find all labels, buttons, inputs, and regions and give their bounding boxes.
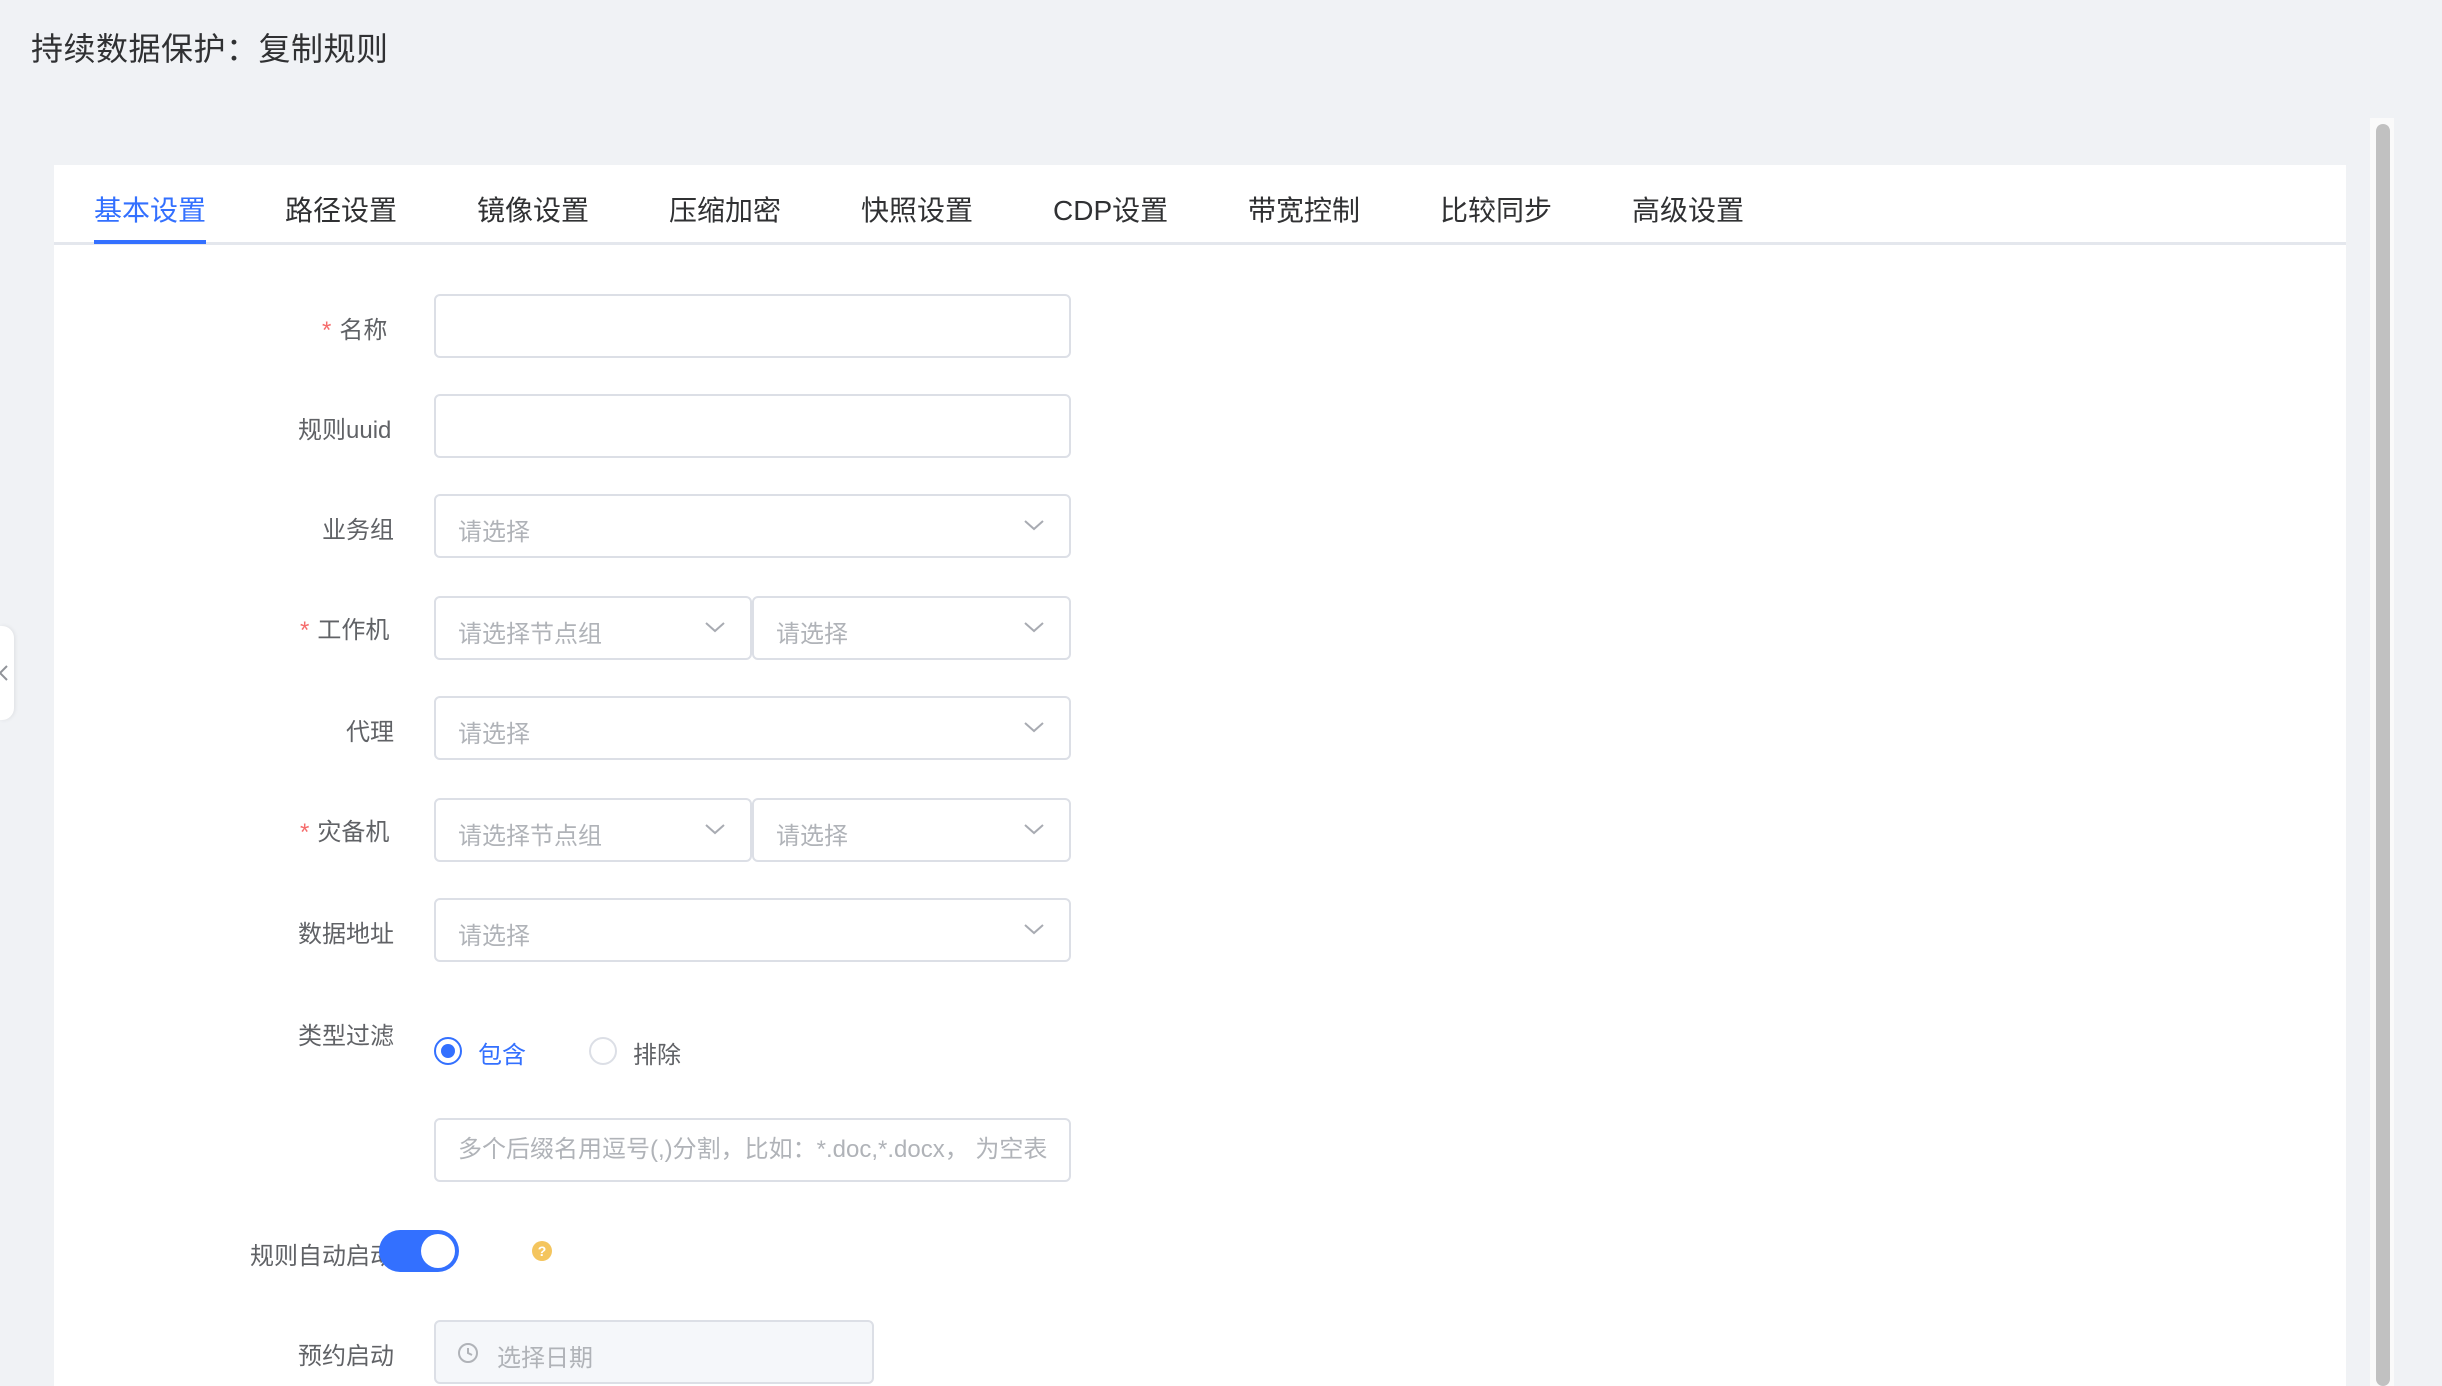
proxy-label: 代理 [346, 719, 394, 746]
chevron-down-icon [1024, 622, 1044, 633]
business-group-label: 业务组 [322, 517, 394, 544]
tab-compare-sync[interactable]: 比较同步 [1440, 189, 1552, 229]
chevron-down-icon [1024, 824, 1044, 835]
name-field[interactable] [434, 294, 1071, 358]
select-placeholder: 请选择 [776, 823, 848, 850]
tab-advanced-settings[interactable]: 高级设置 [1632, 189, 1744, 229]
schedule-date-picker[interactable]: 选择日期 [434, 1320, 874, 1384]
suffix-filter-input[interactable] [436, 1120, 1069, 1180]
switch-knob [421, 1234, 455, 1268]
select-placeholder: 请选择 [776, 621, 848, 648]
required-mark: * [300, 617, 310, 644]
tab-basic-settings[interactable]: 基本设置 [94, 189, 206, 229]
data-address-select[interactable]: 请选择 [434, 898, 1071, 962]
proxy-select[interactable]: 请选择 [434, 696, 1071, 760]
uuid-label: 规则uuid [298, 417, 392, 444]
radio-checked-icon [434, 1037, 462, 1065]
work-machine-node-group-select[interactable]: 请选择节点组 [434, 596, 752, 660]
chevron-left-icon [0, 665, 8, 681]
backup-machine-select[interactable]: 请选择 [752, 798, 1071, 862]
auto-start-label: 规则自动启动 [250, 1243, 394, 1270]
name-input[interactable] [436, 296, 1069, 356]
work-machine-label: * 工作机 [300, 617, 390, 644]
schedule-start-label: 预约启动 [298, 1343, 394, 1370]
suffix-filter-field[interactable] [434, 1118, 1071, 1182]
clock-icon [458, 1343, 478, 1363]
page-title: 持续数据保护：复制规则 [31, 31, 389, 67]
radio-unchecked-icon [589, 1037, 617, 1065]
tab-bandwidth-control[interactable]: 带宽控制 [1248, 189, 1360, 229]
rule-form-panel: 基本设置 路径设置 镜像设置 压缩加密 快照设置 CDP设置 带宽控制 比较同步… [54, 165, 2346, 1386]
chevron-down-icon [1024, 722, 1044, 733]
required-mark: * [322, 317, 332, 344]
tab-bar: 基本设置 路径设置 镜像设置 压缩加密 快照设置 CDP设置 带宽控制 比较同步… [54, 165, 2346, 245]
chevron-down-icon [1024, 520, 1044, 531]
sidebar-collapse-handle[interactable] [0, 626, 14, 720]
select-placeholder: 请选择 [458, 923, 530, 950]
chevron-down-icon [1024, 924, 1044, 935]
business-group-select[interactable]: 请选择 [434, 494, 1071, 558]
tab-cdp-settings[interactable]: CDP设置 [1053, 189, 1168, 229]
chevron-down-icon [705, 824, 725, 835]
tab-compression-encryption[interactable]: 压缩加密 [669, 189, 781, 229]
select-placeholder: 请选择 [458, 519, 530, 546]
uuid-input[interactable] [436, 396, 1069, 456]
chevron-down-icon [705, 622, 725, 633]
backup-machine-node-group-select[interactable]: 请选择节点组 [434, 798, 752, 862]
work-machine-select[interactable]: 请选择 [752, 596, 1071, 660]
select-placeholder: 请选择 [458, 721, 530, 748]
scrollbar-thumb[interactable] [2376, 124, 2390, 1386]
date-placeholder: 选择日期 [497, 1345, 593, 1372]
backup-machine-label: * 灾备机 [300, 819, 390, 846]
tab-snapshot-settings[interactable]: 快照设置 [861, 189, 973, 229]
name-label: * 名称 [322, 317, 388, 344]
data-address-label: 数据地址 [298, 921, 394, 948]
select-placeholder: 请选择节点组 [458, 621, 602, 648]
select-placeholder: 请选择节点组 [458, 823, 602, 850]
question-icon[interactable]: ? [532, 1241, 552, 1261]
required-mark: * [300, 819, 310, 846]
radio-exclude[interactable]: 排除 [589, 1033, 699, 1069]
type-filter-label: 类型过滤 [298, 1023, 394, 1050]
radio-include[interactable]: 包含 [434, 1033, 544, 1069]
tab-mirror-settings[interactable]: 镜像设置 [477, 189, 589, 229]
active-tab-indicator [94, 240, 206, 244]
tab-path-settings[interactable]: 路径设置 [285, 189, 397, 229]
uuid-field[interactable] [434, 394, 1071, 458]
auto-start-switch[interactable] [379, 1230, 459, 1272]
